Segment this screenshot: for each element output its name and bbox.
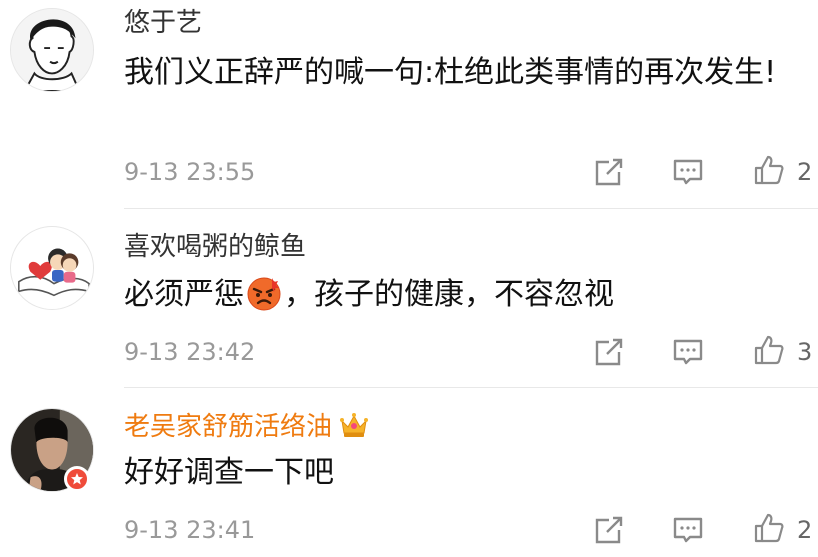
like-count: 3	[797, 338, 813, 366]
comment-username[interactable]: 喜欢喝粥的鲸鱼	[124, 230, 306, 264]
share-button[interactable]	[592, 513, 626, 547]
share-button[interactable]	[592, 155, 626, 189]
thumbs-up-icon	[754, 513, 784, 543]
comment-username[interactable]: 悠于艺	[124, 6, 202, 40]
share-icon	[595, 158, 623, 186]
share-icon	[595, 516, 623, 544]
avatar[interactable]	[10, 8, 94, 92]
angry-face-emoji	[247, 277, 281, 311]
comment-text: 必须严惩 ，孩子的健康，不容忽视	[124, 272, 784, 318]
comment-username-text: 老吴家舒筋活络油	[124, 412, 333, 442]
verified-badge-icon	[64, 466, 90, 492]
thumbs-up-icon	[754, 155, 784, 185]
avatar[interactable]	[10, 226, 94, 310]
comment-icon	[673, 159, 703, 185]
comment-timestamp: 9-13 23:41	[124, 516, 256, 544]
comment-text: 好好调查一下吧	[124, 455, 334, 490]
like-count: 2	[797, 516, 813, 544]
share-button[interactable]	[592, 335, 626, 369]
reply-button[interactable]	[671, 513, 705, 547]
comment-username[interactable]: 老吴家舒筋活络油	[124, 410, 370, 444]
crown-icon	[340, 413, 369, 437]
avatar-image	[11, 9, 93, 91]
comment-timestamp: 9-13 23:42	[124, 338, 256, 366]
like-button[interactable]	[752, 333, 786, 367]
comment-icon	[673, 517, 703, 543]
comment-timestamp: 9-13 23:55	[124, 158, 256, 186]
reply-button[interactable]	[671, 155, 705, 189]
like-button[interactable]	[752, 511, 786, 545]
like-button[interactable]	[752, 153, 786, 187]
avatar-image	[11, 227, 93, 309]
like-count: 2	[797, 158, 813, 186]
divider	[124, 387, 818, 388]
comment-icon	[673, 339, 703, 365]
thumbs-up-icon	[754, 335, 784, 365]
comment-text-part: 必须严惩	[124, 277, 244, 312]
comment-text: 我们义正辞严的喊一句:杜绝此类事情的再次发生!	[124, 55, 777, 90]
comment-text-part: ，孩子的健康，不容忽视	[284, 277, 614, 312]
divider	[124, 208, 818, 209]
reply-button[interactable]	[671, 335, 705, 369]
share-icon	[595, 338, 623, 366]
